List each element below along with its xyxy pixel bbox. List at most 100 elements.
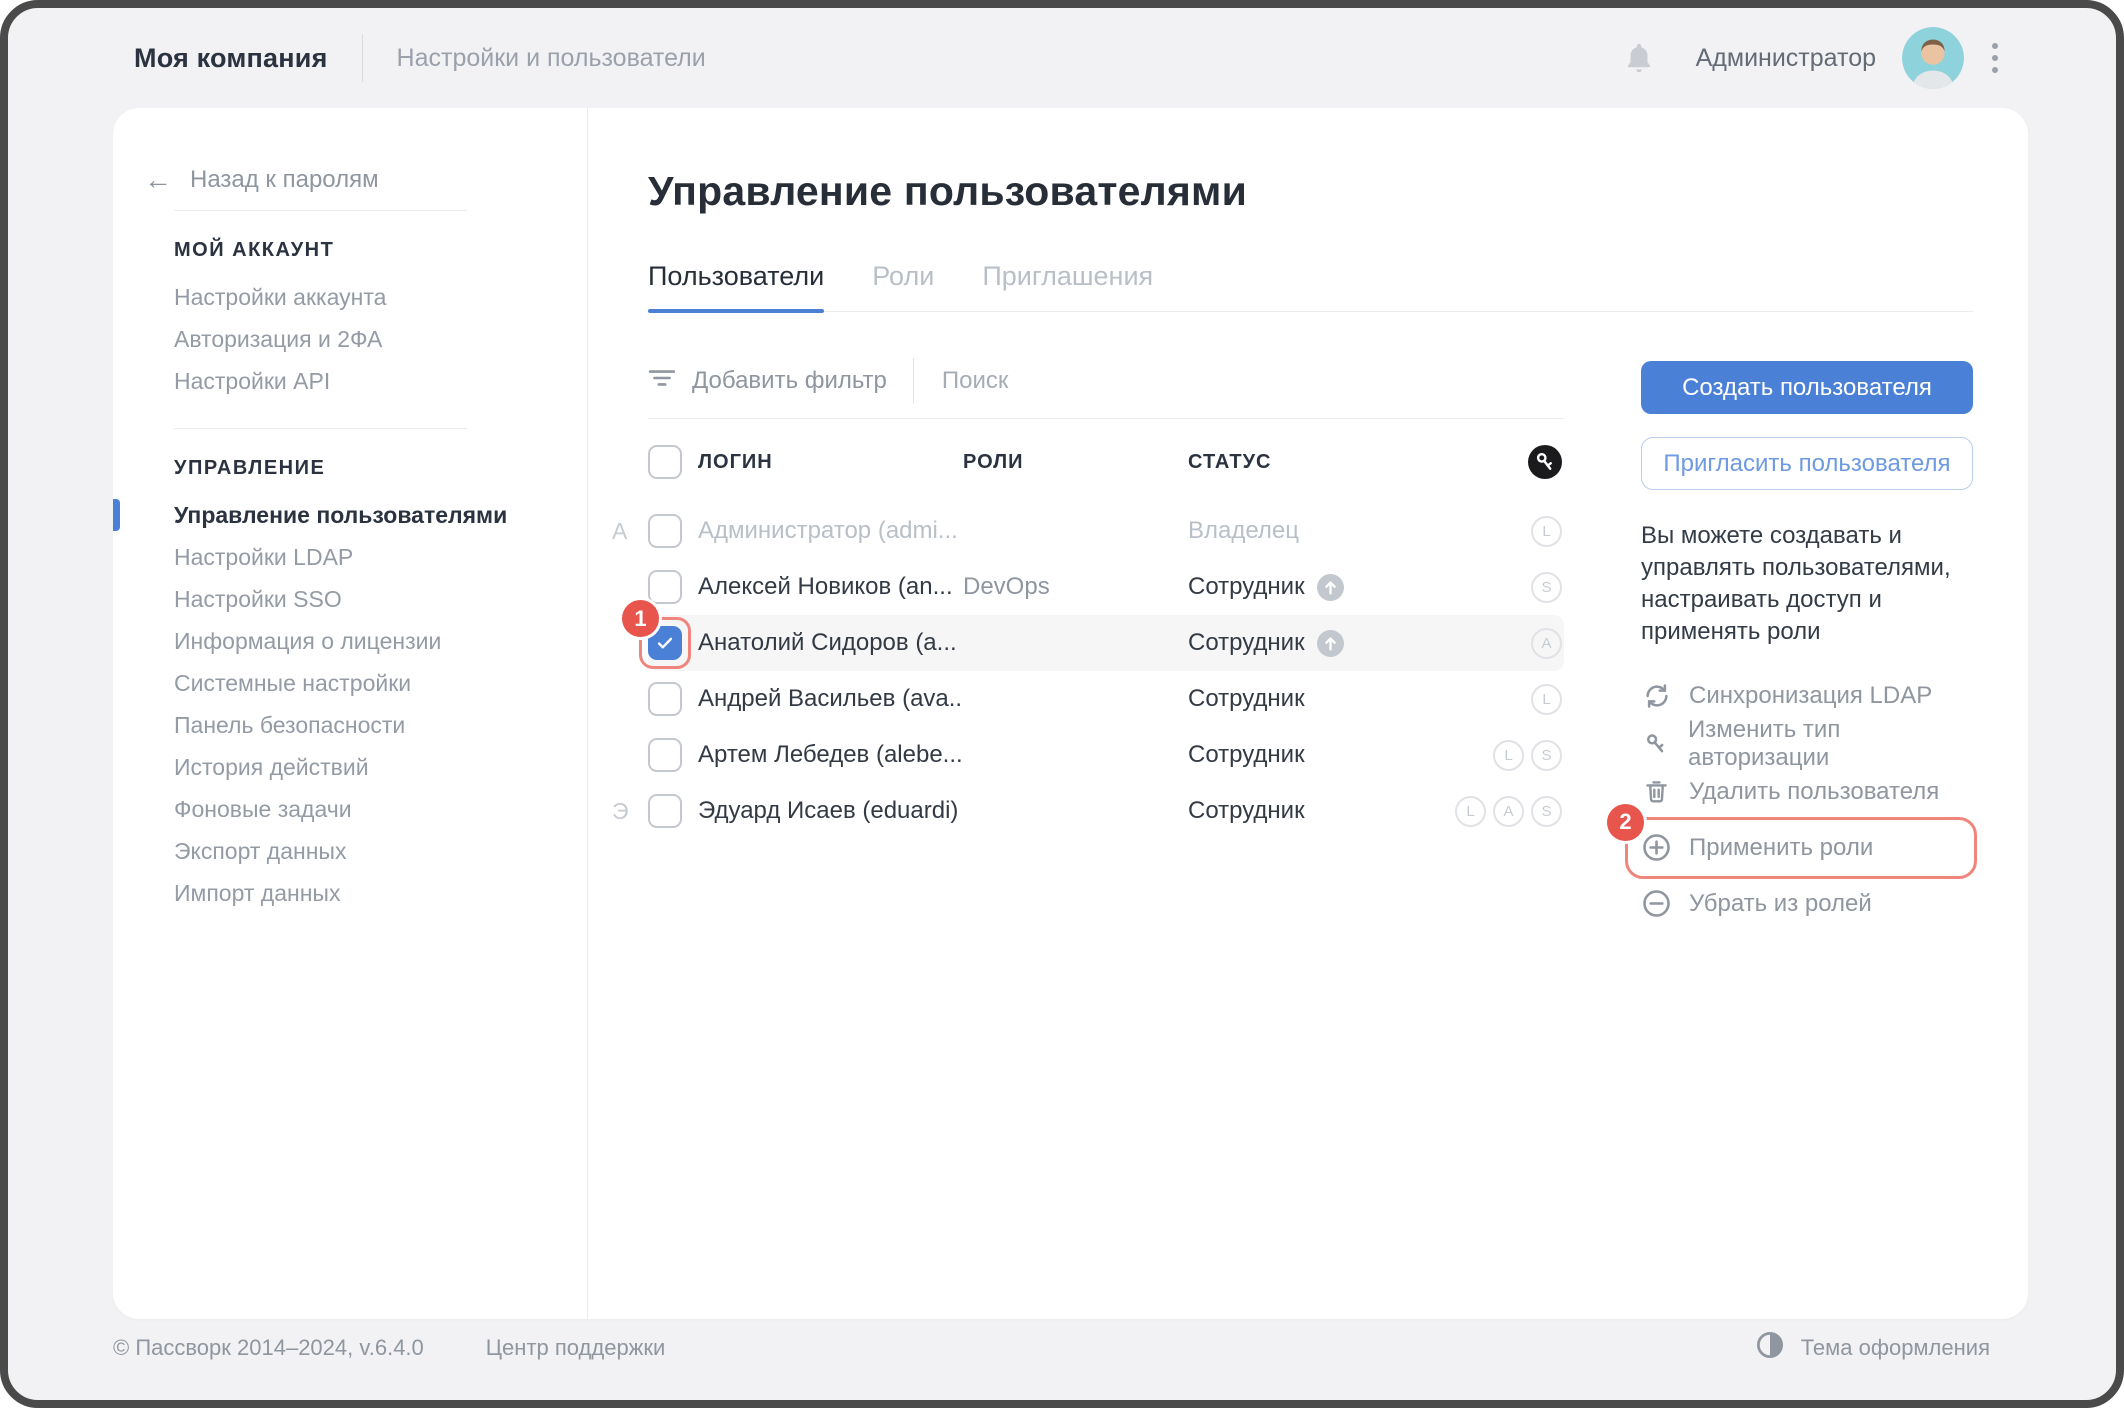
sync-icon bbox=[1641, 681, 1672, 711]
notifications-bell-icon[interactable] bbox=[1622, 41, 1656, 75]
promote-arrow-icon[interactable] bbox=[1317, 574, 1344, 601]
app-window: Моя компания Настройки и пользователи Ад… bbox=[0, 0, 2124, 1408]
back-to-passwords-link[interactable]: ← Назад к паролям bbox=[144, 166, 587, 194]
panel-action-label: Синхронизация LDAP bbox=[1689, 682, 1932, 710]
sidebar-item[interactable]: Настройки SSO bbox=[113, 578, 587, 620]
auth-badge-l: L bbox=[1493, 740, 1524, 771]
panel-description: Вы можете создавать и управлять пользова… bbox=[1641, 520, 1973, 648]
avatar[interactable] bbox=[1902, 27, 1964, 89]
sidebar-item[interactable]: Настройки API bbox=[113, 360, 587, 402]
sidebar-item[interactable]: История действий bbox=[113, 746, 587, 788]
sidebar-item[interactable]: Авторизация и 2ФА bbox=[113, 318, 587, 360]
select-all-checkbox[interactable] bbox=[648, 445, 682, 479]
user-status: Сотрудник bbox=[1188, 685, 1531, 713]
search-input[interactable] bbox=[942, 367, 1242, 395]
row-checkbox[interactable] bbox=[648, 738, 682, 772]
panel-action[interactable]: Синхронизация LDAP bbox=[1641, 672, 1973, 720]
auth-type-badges: L bbox=[1531, 684, 1562, 715]
trash-icon bbox=[1641, 777, 1672, 806]
row-checkbox[interactable] bbox=[648, 514, 682, 548]
add-filter-button[interactable]: Добавить фильтр bbox=[648, 365, 887, 398]
tab-inactive[interactable]: Роли bbox=[872, 261, 934, 311]
panel-action-label: Изменить тип авторизации bbox=[1688, 716, 1973, 772]
support-link[interactable]: Центр поддержки bbox=[486, 1335, 666, 1361]
user-status: Сотрудник bbox=[1188, 741, 1493, 769]
group-letter: Э bbox=[612, 798, 629, 825]
sidebar-item[interactable]: Фоновые задачи bbox=[113, 788, 587, 830]
sidebar-item[interactable]: Системные настройки bbox=[113, 662, 587, 704]
auth-type-key-icon[interactable] bbox=[1528, 445, 1562, 479]
sidebar-divider bbox=[174, 210, 467, 211]
topbar: Моя компания Настройки и пользователи Ад… bbox=[8, 8, 2116, 108]
theme-toggle[interactable]: Тема оформления bbox=[1755, 1330, 1990, 1365]
create-user-button[interactable]: Создать пользователя bbox=[1641, 361, 1973, 414]
topbar-divider bbox=[362, 34, 363, 82]
panel-action-label: Применить роли bbox=[1689, 834, 1873, 862]
user-login: Андрей Васильев (ava... bbox=[698, 685, 963, 713]
table-row[interactable]: Андрей Васильев (ava... СотрудникL bbox=[648, 671, 1564, 727]
invite-user-button[interactable]: Пригласить пользователя bbox=[1641, 437, 1973, 490]
sidebar-item[interactable]: Информация о лицензии bbox=[113, 620, 587, 662]
table-row[interactable]: Артем Лебедев (alebe... СотрудникLS bbox=[648, 727, 1564, 783]
user-login: Артем Лебедев (alebe... bbox=[698, 741, 963, 769]
minus-circle-icon bbox=[1641, 888, 1672, 919]
table-row[interactable]: 1Анатолий Сидоров (а...СотрудникA bbox=[648, 615, 1564, 671]
auth-badge-s: S bbox=[1531, 572, 1562, 603]
back-arrow-icon: ← bbox=[144, 166, 172, 194]
auth-badge-s: S bbox=[1531, 796, 1562, 827]
table-row[interactable]: Алексей Новиков (an...DevOpsСотрудникS bbox=[648, 559, 1564, 615]
auth-type-badges: L bbox=[1531, 516, 1562, 547]
sidebar-item[interactable]: Экспорт данных bbox=[113, 830, 587, 872]
auth-type-badges: A bbox=[1531, 628, 1562, 659]
side-panel: Создать пользователя Пригласить пользова… bbox=[1641, 312, 1973, 928]
breadcrumb: Настройки и пользователи bbox=[397, 44, 706, 73]
add-filter-label: Добавить фильтр bbox=[692, 367, 887, 395]
sidebar-item[interactable]: Настройки аккаунта bbox=[113, 276, 587, 318]
auth-badge-l: L bbox=[1531, 684, 1562, 715]
panel-action[interactable]: Применить роли2 bbox=[1641, 824, 1973, 872]
panel-action[interactable]: Изменить тип авторизации bbox=[1641, 720, 1973, 768]
auth-badge-l: L bbox=[1531, 516, 1562, 547]
sidebar-section-heading: УПРАВЛЕНИЕ bbox=[174, 457, 587, 480]
sidebar-section-heading: МОЙ АККАУНТ bbox=[174, 239, 587, 262]
column-roles: РОЛИ bbox=[963, 451, 1188, 474]
row-checkbox[interactable] bbox=[648, 682, 682, 716]
main-content: Управление пользователями ПользователиРо… bbox=[588, 108, 2028, 1319]
table-header: ЛОГИН РОЛИ СТАТУС bbox=[648, 419, 1564, 503]
more-menu-icon[interactable] bbox=[1992, 43, 1998, 73]
sidebar: ← Назад к паролям МОЙ АККАУНТ Настройки а… bbox=[113, 108, 588, 1319]
column-status: СТАТУС bbox=[1188, 451, 1528, 474]
user-login: Эдуард Исаев (eduardi) bbox=[698, 797, 963, 825]
sidebar-item[interactable]: Импорт данных bbox=[113, 872, 587, 914]
column-login: ЛОГИН bbox=[698, 451, 963, 474]
auth-type-badges: LAS bbox=[1455, 796, 1562, 827]
user-login: Администратор (admi... bbox=[698, 517, 963, 545]
sidebar-divider bbox=[174, 428, 467, 429]
tab-active[interactable]: Пользователи bbox=[648, 261, 824, 311]
annotation-badge-2: 2 bbox=[1607, 804, 1644, 841]
user-status: Сотрудник bbox=[1188, 629, 1531, 657]
sidebar-item[interactable]: Панель безопасности bbox=[113, 704, 587, 746]
footer: © Пассворк 2014–2024, v.6.4.0 Центр подд… bbox=[8, 1303, 2116, 1400]
tabs: Пользователи Роли Приглашения bbox=[648, 261, 1973, 312]
table-row[interactable]: ААдминистратор (admi...ВладелецL bbox=[648, 503, 1564, 559]
panel-action-label: Удалить пользователя bbox=[1689, 778, 1939, 806]
auth-badge-l: L bbox=[1455, 796, 1486, 827]
user-roles: DevOps bbox=[963, 573, 1188, 601]
tab-inactive[interactable]: Приглашения bbox=[982, 261, 1153, 311]
auth-type-badges: LS bbox=[1493, 740, 1562, 771]
sidebar-item[interactable]: Управление пользователями bbox=[113, 494, 587, 536]
panel-action[interactable]: Убрать из ролей bbox=[1641, 880, 1973, 928]
promote-arrow-icon[interactable] bbox=[1317, 630, 1344, 657]
theme-label: Тема оформления bbox=[1801, 1335, 1990, 1361]
row-checkbox[interactable] bbox=[648, 794, 682, 828]
table-row[interactable]: ЭЭдуард Исаев (eduardi)СотрудникLAS bbox=[648, 783, 1564, 839]
annotation-badge-1: 1 bbox=[622, 600, 659, 637]
row-checkbox[interactable] bbox=[648, 570, 682, 604]
panel-action[interactable]: Удалить пользователя bbox=[1641, 768, 1973, 816]
user-status: Владелец bbox=[1188, 517, 1531, 545]
filter-icon bbox=[648, 365, 676, 398]
key-icon bbox=[1641, 729, 1671, 759]
sidebar-item[interactable]: Настройки LDAP bbox=[113, 536, 587, 578]
user-status: Сотрудник bbox=[1188, 573, 1531, 601]
